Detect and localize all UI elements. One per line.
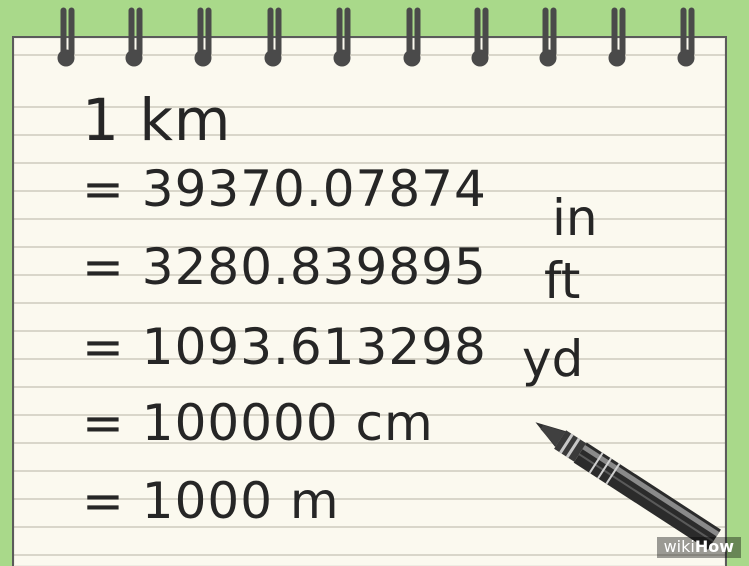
- wikihow-illustration: 1 km = 39370.07874 in = 3280.839895 ft =…: [0, 0, 749, 566]
- wikihow-watermark: wikiHow: [656, 537, 741, 558]
- conversion-yards-value: = 1093.613298: [82, 318, 487, 376]
- conversion-inches-value: = 39370.07874: [82, 160, 487, 218]
- conversion-heading: 1 km: [82, 86, 232, 154]
- conversion-centimeters: = 100000 cm: [82, 394, 434, 452]
- watermark-how: How: [694, 537, 734, 556]
- handwritten-conversions: 1 km = 39370.07874 in = 3280.839895 ft =…: [82, 78, 602, 538]
- conversion-meters: = 1000 m: [82, 472, 340, 530]
- conversion-yards-unit: yd: [522, 330, 584, 388]
- conversion-feet-unit: ft: [544, 252, 581, 310]
- conversion-feet-value: = 3280.839895: [82, 238, 487, 296]
- conversion-inches-unit: in: [552, 189, 598, 247]
- watermark-wiki: wiki: [663, 537, 695, 556]
